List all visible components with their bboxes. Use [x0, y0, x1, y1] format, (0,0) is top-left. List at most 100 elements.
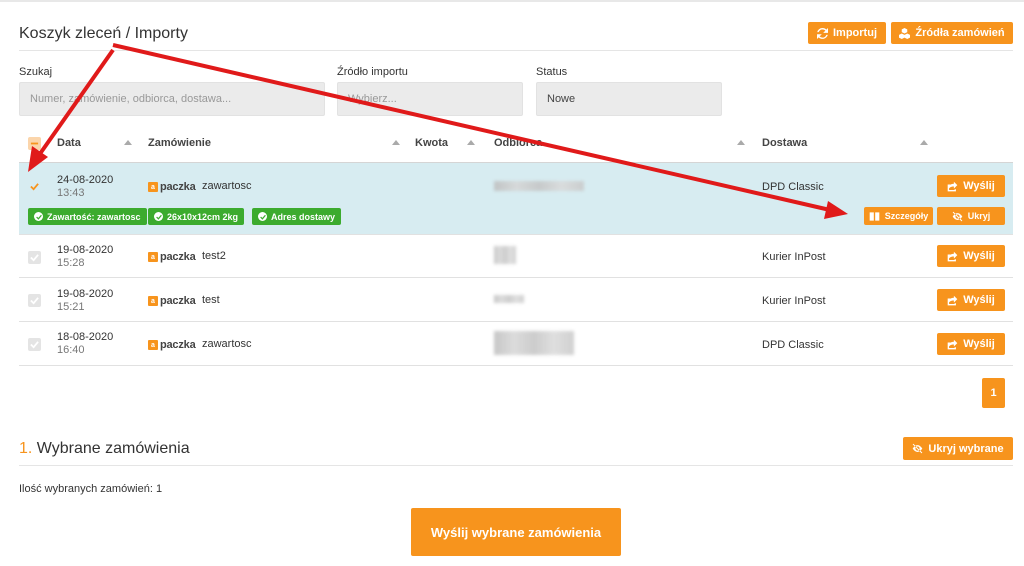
status-select[interactable]: Nowe [536, 82, 722, 116]
page-title: Koszyk zleceń / Importy [19, 25, 188, 42]
address-tag-label: Adres dostawy [271, 211, 336, 222]
row-date: 19-08-2020 15:21 [57, 288, 113, 314]
refresh-icon [817, 27, 828, 39]
sort-amount-icon[interactable] [467, 140, 475, 145]
section-number: 1. [19, 440, 33, 457]
order-name: test2 [202, 250, 226, 262]
address-tag: Adres dostawy [252, 208, 342, 225]
selected-divider [19, 465, 1013, 466]
check-icon [30, 341, 39, 349]
row-checkbox[interactable] [28, 251, 41, 264]
import-button[interactable]: Importuj [808, 22, 886, 44]
row-date: 18-08-2020 16:40 [57, 331, 113, 357]
shipping-method: Kurier InPost [762, 251, 826, 263]
row-date-time: 15:21 [57, 301, 85, 313]
recipient-redacted [494, 181, 584, 191]
share-icon [947, 181, 958, 191]
apaczka-logo-text: paczka [160, 251, 196, 263]
hide-button[interactable]: Ukryj [937, 207, 1005, 225]
send-selected-label: Wyślij wybrane zamówienia [430, 524, 602, 540]
recipient-redacted [494, 331, 574, 355]
recipient-redacted [494, 295, 524, 303]
column-date[interactable]: Data [57, 137, 81, 149]
row-date-day: 18-08-2020 [57, 331, 114, 343]
send-button[interactable]: Wyślij [937, 289, 1005, 311]
share-icon [947, 339, 958, 349]
order-name: zawartosc [202, 180, 252, 192]
row-checkbox[interactable] [28, 294, 41, 307]
content-tag-label: Zawartość: zawartosc [47, 211, 141, 222]
apaczka-logo-text: paczka [160, 295, 196, 307]
column-amount[interactable]: Kwota [415, 137, 448, 149]
hide-label: Ukryj [967, 211, 991, 221]
shipping-method: Kurier InPost [762, 295, 826, 307]
row-date: 24-08-2020 13:43 [57, 174, 113, 200]
apaczka-logo-text: paczka [160, 339, 196, 351]
eye-slash-icon [952, 211, 963, 221]
import-source-label: Źródło importu [337, 66, 408, 78]
send-label: Wyślij [963, 338, 995, 350]
dimensions-tag-label: 26x10x12cm 2kg [167, 211, 239, 222]
apaczka-logo-mark: a [148, 182, 158, 192]
cubes-icon [899, 27, 911, 39]
top-border [0, 0, 1024, 2]
send-button[interactable]: Wyślij [937, 175, 1005, 197]
minus-icon [30, 142, 39, 145]
sort-order-icon[interactable] [392, 140, 400, 145]
send-button[interactable]: Wyślij [937, 245, 1005, 267]
row-date-time: 15:28 [57, 257, 85, 269]
apaczka-logo: a paczka [148, 181, 196, 193]
sort-recipient-icon[interactable] [737, 140, 745, 145]
sort-shipping-icon[interactable] [920, 140, 928, 145]
row-divider [19, 321, 1013, 322]
hide-selected-label: Ukryj wybrane [928, 442, 1004, 455]
apaczka-logo: a paczka [148, 295, 196, 307]
dimensions-tag: 26x10x12cm 2kg [148, 208, 245, 225]
selected-count: Ilość wybranych zamówień: 1 [19, 483, 163, 495]
row-date-day: 24-08-2020 [57, 174, 114, 186]
send-label: Wyślij [963, 250, 995, 262]
row-divider [19, 277, 1013, 278]
row-date-time: 13:43 [57, 187, 85, 199]
details-button[interactable]: Szczegóły [864, 207, 933, 225]
row-date-day: 19-08-2020 [57, 244, 114, 256]
row-divider [19, 365, 1013, 366]
check-icon [30, 254, 39, 262]
apaczka-logo-mark: a [148, 252, 158, 262]
order-name: zawartosc [202, 338, 252, 350]
order-sources-label: Źródła zamówień [915, 27, 1005, 39]
apaczka-logo: a paczka [148, 339, 196, 351]
column-shipping[interactable]: Dostawa [762, 137, 807, 149]
row-checkbox[interactable] [28, 180, 41, 193]
shipping-method: DPD Classic [762, 339, 824, 351]
status-label: Status [536, 66, 568, 78]
apaczka-logo-mark: a [148, 340, 158, 350]
order-name: test [202, 294, 220, 306]
check-circle-icon [34, 212, 43, 221]
pagination-page[interactable]: 1 [982, 378, 1005, 408]
send-selected-button[interactable]: Wyślij wybrane zamówienia [411, 508, 621, 556]
column-recipient[interactable]: Odbiorca [494, 137, 542, 149]
content-tag: Zawartość: zawartosc [28, 208, 147, 225]
import-label: Importuj [833, 27, 877, 39]
send-label: Wyślij [963, 294, 995, 306]
row-date-time: 16:40 [57, 344, 85, 356]
import-source-select[interactable]: Wybierz... [337, 82, 523, 116]
header-divider [19, 50, 1013, 51]
recipient-redacted [494, 246, 516, 264]
select-all-checkbox[interactable] [28, 137, 41, 150]
column-order[interactable]: Zamówienie [148, 137, 211, 149]
apaczka-logo: a paczka [148, 251, 196, 263]
check-circle-icon [154, 212, 163, 221]
share-icon [947, 295, 958, 305]
check-icon [30, 297, 39, 305]
search-label: Szukaj [19, 66, 53, 78]
apaczka-logo-text: paczka [160, 181, 196, 193]
search-input[interactable]: Numer, zamówienie, odbiorca, dostawa... [19, 82, 325, 116]
hide-selected-button[interactable]: Ukryj wybrane [903, 437, 1013, 460]
row-divider [19, 234, 1013, 235]
sort-date-icon[interactable] [124, 140, 132, 145]
row-checkbox[interactable] [28, 338, 41, 351]
send-button[interactable]: Wyślij [937, 333, 1005, 355]
order-sources-button[interactable]: Źródła zamówień [891, 22, 1013, 44]
